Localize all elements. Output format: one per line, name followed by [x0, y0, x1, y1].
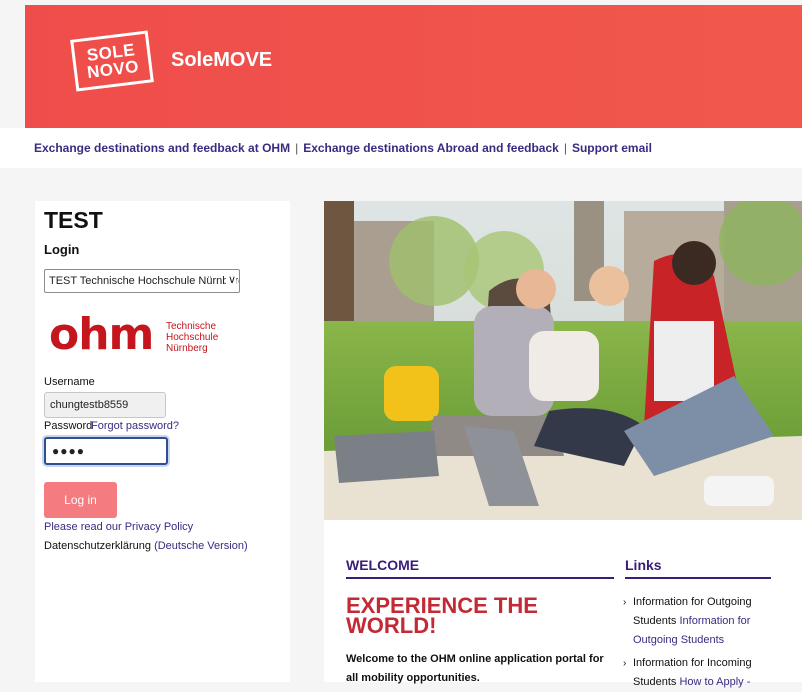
login-panel: TEST Login TEST Technische Hochschule Nü… — [35, 201, 290, 682]
ohm-logo-line: Technische — [166, 321, 217, 332]
institution-select-value: TEST Technische Hochschule Nürnberg — [49, 275, 240, 287]
header-banner: SOLE NOVO SoleMOVE — [25, 5, 802, 128]
chevron-right-icon: › — [623, 658, 627, 669]
datenschutz-label: Datenschutzerklärung — [44, 540, 152, 552]
incoming-students-link[interactable]: How to Apply - — [679, 676, 750, 688]
chevron-right-icon: › — [623, 597, 627, 608]
ohm-logo-line: Nürnberg — [166, 343, 208, 354]
forgot-password-link[interactable]: Forgot password? — [91, 420, 179, 432]
ohm-logo-line: Hochschule — [166, 332, 219, 343]
list-item: › Information for Outgoing Students Info… — [623, 593, 773, 650]
ohm-logo-subtext: Technische Hochschule Nürnberg — [166, 321, 218, 354]
nav-separator: | — [563, 141, 567, 155]
hero-image — [324, 201, 802, 520]
privacy-policy-link[interactable]: Please read our Privacy Policy — [44, 521, 193, 533]
links-heading: Links — [625, 557, 662, 573]
welcome-heading: WELCOME — [346, 557, 420, 573]
nav-link-ohm-destinations[interactable]: Exchange destinations and feedback at OH… — [34, 141, 290, 155]
datenschutz-german-link[interactable]: (Deutsche Version) — [154, 540, 248, 552]
app-name: SoleMOVE — [171, 49, 273, 71]
nav-link-support-email[interactable]: Support email — [572, 141, 652, 155]
students-photo — [324, 201, 802, 520]
password-field[interactable]: ●●●● — [44, 437, 168, 465]
welcome-text: Welcome to the OHM online application po… — [346, 653, 604, 684]
nav-bar: Exchange destinations and feedback at OH… — [0, 128, 802, 168]
ohm-logo-word: ohm — [49, 309, 154, 360]
login-heading: Login — [44, 242, 80, 257]
username-field[interactable]: chungtestb8559 — [44, 392, 166, 418]
site-title: TEST — [44, 207, 103, 233]
links-divider — [625, 577, 771, 579]
welcome-divider — [346, 577, 614, 579]
ohm-logo: ohm Technische Hochschule Nürnberg — [49, 313, 249, 359]
solenovo-logo[interactable]: SOLE NOVO — [70, 30, 154, 92]
institution-select[interactable]: TEST Technische Hochschule Nürnberg ∨ — [44, 269, 240, 293]
username-label: Username — [44, 376, 95, 388]
datenschutz-line: Datenschutzerklärung (Deutsche Version) — [44, 540, 248, 552]
nav-link-abroad-destinations[interactable]: Exchange destinations Abroad and feedbac… — [303, 141, 559, 155]
nav-separator: | — [295, 141, 299, 155]
login-button[interactable]: Log in — [44, 482, 117, 518]
welcome-section: WELCOME EXPERIENCE THE WORLD! Welcome to… — [324, 520, 802, 688]
list-item: › Information for Incoming Students How … — [623, 654, 773, 692]
chevron-down-icon: ∨ — [225, 273, 236, 286]
headline: EXPERIENCE THE WORLD! — [346, 593, 538, 638]
password-label: Password — [44, 420, 93, 432]
